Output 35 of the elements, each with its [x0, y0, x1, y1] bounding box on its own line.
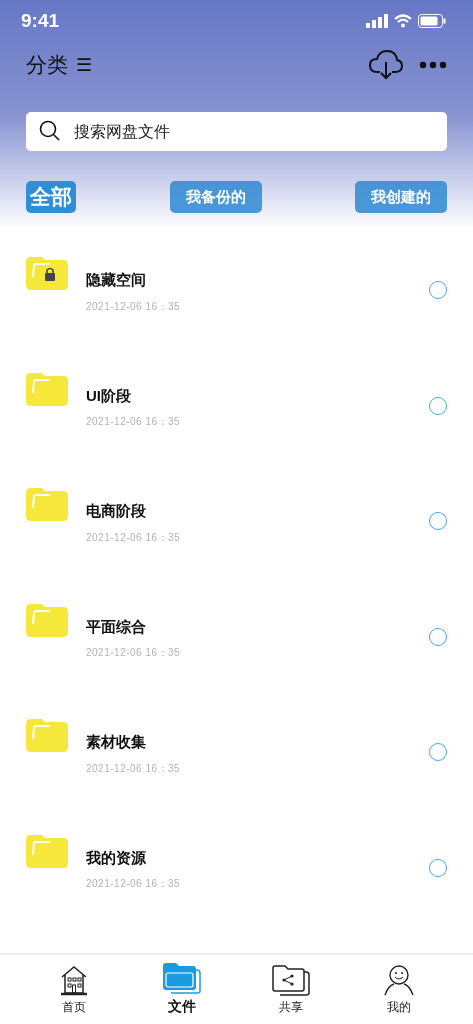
folder-icon — [163, 962, 202, 994]
select-radio[interactable] — [429, 281, 447, 299]
folder-name[interactable]: UI阶段 — [86, 384, 429, 407]
signal-icon — [366, 14, 388, 28]
select-radio[interactable] — [429, 396, 447, 415]
modified-date: 2021-12-06 16：35 — [86, 299, 182, 314]
modified-date: 2021-12-06 16：35 — [86, 415, 182, 429]
modified-date: 2021-12-06 16：35 — [86, 877, 182, 891]
select-radio[interactable] — [429, 858, 447, 877]
nav-tab[interactable]: 文件 — [147, 962, 218, 1017]
search-icon — [39, 120, 61, 142]
wifi-icon — [394, 14, 412, 28]
category-menu-button[interactable]: ☰ — [76, 51, 92, 79]
battery-icon — [418, 14, 446, 28]
shared-folder-icon — [271, 963, 310, 996]
modified-date: 2021-12-06 16：35 — [86, 761, 182, 776]
cloud-download-icon[interactable] — [369, 50, 403, 80]
status-time: 9:41 — [21, 8, 60, 33]
more-icon[interactable] — [419, 61, 447, 69]
folder-name[interactable]: 素材收集 — [86, 731, 429, 754]
folder-name[interactable]: 我的资源 — [86, 846, 429, 869]
select-radio[interactable] — [429, 743, 447, 761]
search-field[interactable]: 搜索网盘文件 — [26, 112, 447, 151]
page-title: 分类 — [26, 52, 68, 79]
modified-date: 2021-12-06 16：35 — [86, 646, 182, 660]
select-radio[interactable] — [429, 512, 447, 530]
select-radio[interactable] — [429, 627, 447, 646]
modified-date: 2021-12-06 16：35 — [86, 530, 182, 545]
folder-name[interactable]: 电商阶段 — [86, 500, 429, 523]
folder-name[interactable]: 平面综合 — [86, 615, 429, 638]
folder-name[interactable]: 隐藏空间 — [86, 269, 429, 292]
nav-tab[interactable]: 我的 — [363, 963, 434, 1016]
nav-tab[interactable]: 首页 — [39, 963, 110, 1016]
nav-tab[interactable]: 共享 — [255, 963, 326, 1016]
smiling-person-icon — [382, 963, 415, 996]
